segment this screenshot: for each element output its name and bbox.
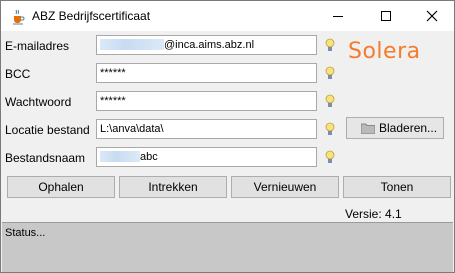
password-label: Wachtwoord — [5, 95, 72, 109]
browse-button[interactable]: Bladeren... — [346, 117, 444, 139]
maximize-button[interactable] — [363, 1, 409, 31]
lightbulb-hint-icon[interactable] — [324, 149, 336, 165]
filename-field[interactable]: abc — [96, 147, 317, 167]
status-area: Status... — [2, 222, 453, 272]
vernieuwen-button[interactable]: Vernieuwen — [231, 176, 339, 198]
location-field[interactable]: L:\anva\data\ — [96, 119, 317, 139]
minimize-button[interactable] — [315, 1, 361, 31]
redacted-text — [100, 39, 164, 50]
browse-button-label: Bladeren... — [379, 121, 438, 135]
close-button[interactable] — [409, 1, 455, 31]
bcc-field[interactable]: ****** — [96, 63, 317, 83]
intrekken-button[interactable]: Intrekken — [119, 176, 227, 198]
redacted-text — [100, 151, 140, 162]
ophalen-button[interactable]: Ophalen — [7, 176, 115, 198]
email-label: E-mailadres — [5, 39, 70, 53]
java-cup-icon — [13, 9, 25, 25]
folder-icon — [361, 123, 375, 134]
main-panel: E-mailadres @inca.aims.abz.nl BCC ******… — [1, 31, 454, 272]
window-title: ABZ Bedrijfscertificaat — [32, 9, 151, 23]
solera-logo: Solera — [348, 39, 430, 67]
location-label: Locatie bestand — [5, 123, 90, 137]
close-icon — [426, 10, 438, 22]
solera-logo-text: Solera — [348, 39, 421, 64]
lightbulb-hint-icon[interactable] — [324, 93, 336, 109]
email-field[interactable]: @inca.aims.abz.nl — [96, 35, 317, 55]
tonen-button[interactable]: Tonen — [343, 176, 451, 198]
title-bar[interactable]: ABZ Bedrijfscertificaat — [1, 1, 454, 31]
bcc-label: BCC — [5, 67, 31, 81]
app-window: ABZ Bedrijfscertificaat E-mailadres @inc… — [0, 0, 455, 273]
lightbulb-hint-icon[interactable] — [324, 121, 336, 137]
lightbulb-hint-icon[interactable] — [324, 65, 336, 81]
minimize-icon — [333, 15, 343, 17]
password-field[interactable]: ****** — [96, 91, 317, 111]
version-label: Versie: 4.1 — [345, 207, 402, 221]
filename-label: Bestandsnaam — [5, 151, 86, 165]
lightbulb-hint-icon[interactable] — [324, 37, 336, 53]
maximize-icon — [381, 11, 391, 21]
